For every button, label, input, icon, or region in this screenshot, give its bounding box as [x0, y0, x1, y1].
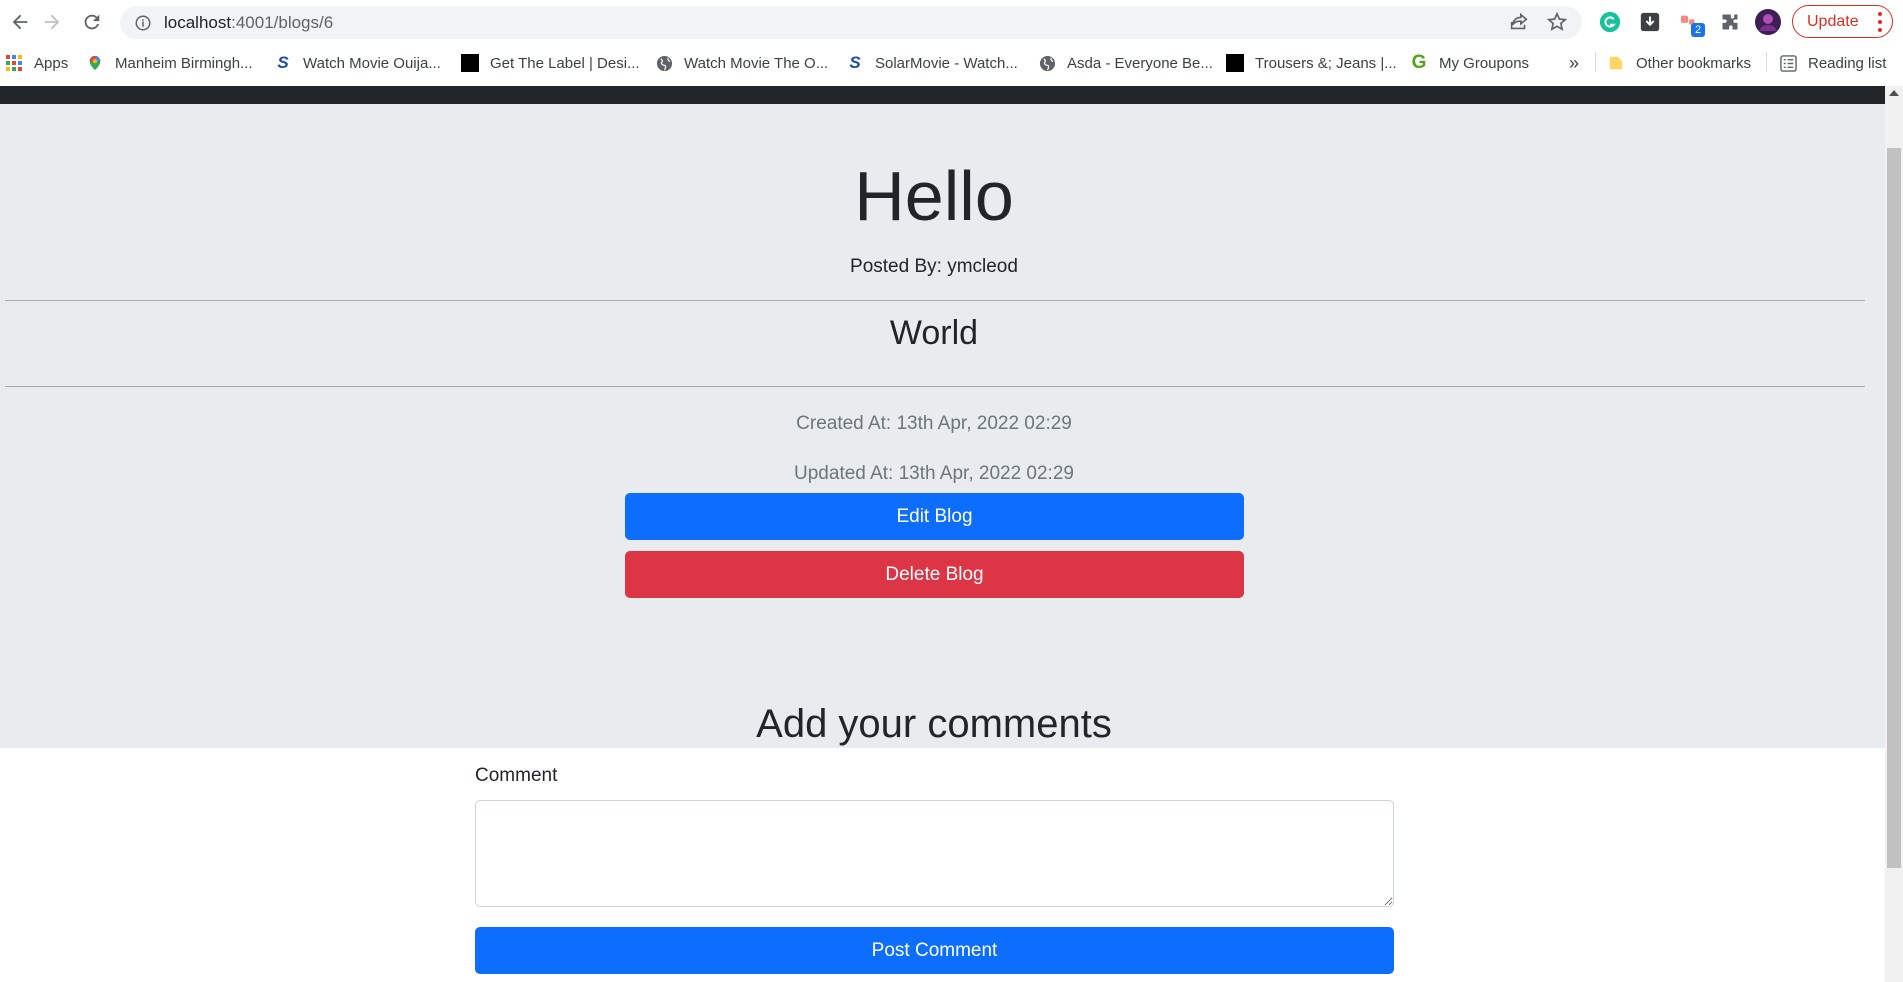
- url-host: localhost: [164, 12, 232, 32]
- groupon-icon: G: [1411, 52, 1427, 73]
- bookmark-manheim[interactable]: Manheim Birmingh...: [86, 52, 253, 74]
- folder-icon: [1607, 54, 1625, 72]
- reload-button[interactable]: [72, 2, 112, 42]
- other-bookmarks[interactable]: Other bookmarks: [1607, 52, 1751, 74]
- bookmark-trousers-jeans[interactable]: Trousers &; Jeans |...: [1226, 52, 1397, 74]
- bookmark-label: Manheim Birmingh...: [115, 54, 253, 72]
- blog-body: World: [889, 314, 979, 352]
- bookmark-apps[interactable]: Apps: [5, 52, 68, 74]
- browser-toolbar: localhost:4001/blogs/6 2 Update: [0, 0, 1903, 44]
- globe-icon: [1038, 54, 1056, 72]
- divider: [5, 386, 1865, 387]
- blog-author: Posted By: ymcleod: [850, 256, 1018, 277]
- reading-list-label: Reading list: [1808, 54, 1887, 72]
- s-logo-icon: S: [277, 53, 289, 72]
- scrollbar-thumb[interactable]: [1887, 148, 1901, 868]
- bookmark-label: SolarMovie - Watch...: [875, 54, 1018, 72]
- bookmark-label: Watch Movie Ouija...: [303, 54, 441, 72]
- update-button[interactable]: Update: [1792, 5, 1893, 38]
- page-content: Hello Posted By: ymcleod World Created A…: [0, 86, 1885, 982]
- reading-list-icon: [1779, 54, 1797, 72]
- bookmark-label: Trousers &; Jeans |...: [1255, 54, 1397, 72]
- bookmark-label: Get The Label | Desi...: [490, 54, 640, 72]
- arrow-left-icon: [12, 14, 28, 30]
- address-bar[interactable]: localhost:4001/blogs/6: [120, 6, 1582, 39]
- comments-heading: Add your comments: [756, 702, 1112, 746]
- star-icon[interactable]: [1546, 11, 1568, 33]
- navbar: [0, 86, 1885, 104]
- grammarly-icon[interactable]: [1597, 9, 1623, 35]
- puzzle-icon[interactable]: [1717, 9, 1743, 35]
- bookmark-label: My Groupons: [1439, 54, 1530, 72]
- apps-grid-icon: [5, 54, 23, 72]
- page-scrollbar[interactable]: [1885, 86, 1903, 982]
- bookmark-my-groupons[interactable]: G My Groupons: [1410, 52, 1529, 74]
- bookmarks-overflow-button[interactable]: »: [1569, 52, 1579, 74]
- download-extension-icon[interactable]: [1637, 9, 1663, 35]
- globe-icon: [655, 54, 673, 72]
- comment-textarea[interactable]: [475, 800, 1394, 907]
- share-icon[interactable]: [1508, 11, 1530, 33]
- bookmark-solarmovie[interactable]: S SolarMovie - Watch...: [846, 52, 1018, 74]
- bookmark-watch-movie-the-o[interactable]: Watch Movie The O...: [655, 52, 828, 74]
- maps-pin-icon: [86, 54, 104, 72]
- label-logo-icon: [1226, 54, 1244, 72]
- blog-title: Hello: [854, 157, 1014, 235]
- scroll-up-arrow-icon[interactable]: [1889, 90, 1899, 96]
- kebab-menu-icon[interactable]: [1878, 12, 1882, 32]
- reading-list[interactable]: Reading list: [1779, 52, 1886, 74]
- label-logo-icon: [461, 54, 479, 72]
- bookmarks-divider: [1595, 52, 1596, 72]
- s-logo-icon: S: [849, 53, 861, 72]
- info-icon[interactable]: [134, 14, 152, 32]
- bookmark-watch-movie-ouija[interactable]: S Watch Movie Ouija...: [274, 52, 441, 74]
- delete-blog-button[interactable]: Delete Blog: [625, 551, 1244, 598]
- url-text[interactable]: localhost:4001/blogs/6: [164, 13, 333, 33]
- reload-icon: [84, 14, 100, 30]
- bookmark-get-the-label[interactable]: Get The Label | Desi...: [461, 52, 640, 74]
- forward-button[interactable]: [32, 2, 72, 42]
- bookmark-label: Asda - Everyone Be...: [1067, 54, 1213, 72]
- bookmark-label: Apps: [34, 54, 69, 72]
- bookmark-asda[interactable]: Asda - Everyone Be...: [1038, 52, 1213, 74]
- blog-created-at: Created At: 13th Apr, 2022 02:29: [796, 413, 1072, 434]
- overflow-chevron-icon: »: [1569, 52, 1580, 73]
- arrow-right-icon: [44, 14, 60, 30]
- post-comment-button[interactable]: Post Comment: [475, 927, 1394, 974]
- url-path: :4001/blogs/6: [231, 12, 334, 32]
- profile-avatar[interactable]: [1755, 9, 1781, 35]
- bookmarks-bar: Apps Manheim Birmingh... S Watch Movie O…: [0, 44, 1903, 81]
- tab-extension-icon[interactable]: 2: [1677, 9, 1705, 37]
- blog-jumbotron: Hello Posted By: ymcleod World Created A…: [0, 104, 1885, 748]
- divider: [5, 300, 1865, 301]
- update-label: Update: [1807, 12, 1859, 30]
- edit-blog-button[interactable]: Edit Blog: [625, 493, 1244, 540]
- extension-badge: 2: [1691, 23, 1705, 37]
- bookmark-label: Watch Movie The O...: [684, 54, 829, 72]
- bookmarks-divider: [1766, 52, 1767, 72]
- blog-updated-at: Updated At: 13th Apr, 2022 02:29: [794, 463, 1074, 484]
- other-bookmarks-label: Other bookmarks: [1636, 54, 1752, 72]
- comment-label: Comment: [475, 765, 558, 786]
